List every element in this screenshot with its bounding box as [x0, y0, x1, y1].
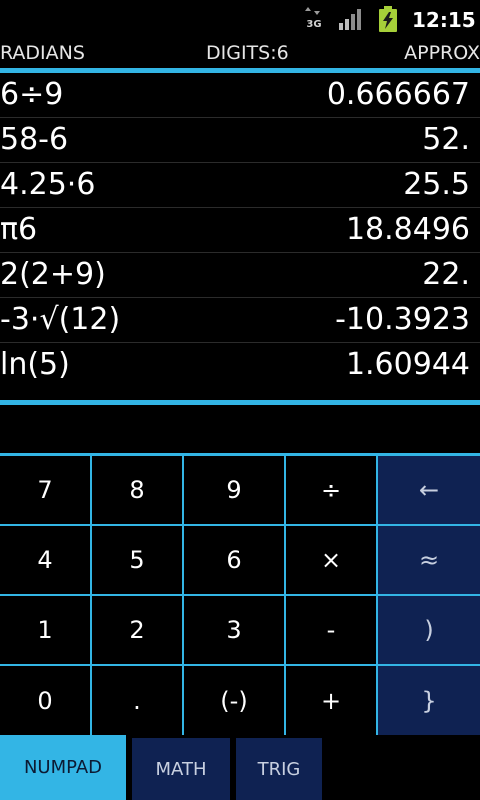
- 3g-data-icon: 3G: [305, 7, 322, 30]
- expression-input[interactable]: [0, 405, 480, 449]
- status-clock: 12:15: [412, 8, 476, 32]
- history-row[interactable]: 4.25·6 25.5: [0, 163, 480, 208]
- history-row[interactable]: 2(2+9) 22.: [0, 253, 480, 298]
- history-expression: ln(5): [0, 347, 70, 382]
- signal-icon: [339, 9, 361, 30]
- key-negate[interactable]: (-): [184, 666, 284, 735]
- numpad-keypad: 7 8 9 ÷ ← 4 5 6 × ≈ 1 2 3 - ) 0 . (-) + …: [0, 453, 480, 735]
- key-0[interactable]: 0: [0, 666, 90, 735]
- key-7[interactable]: 7: [0, 456, 90, 524]
- network-type-label: 3G: [306, 19, 321, 30]
- history-row[interactable]: -3·√(12) -10.3923: [0, 298, 480, 343]
- calculator-screen: 3G 12:15 RADIANS DIGITS:6 APPROX 6÷9 0.6…: [0, 0, 480, 800]
- key-multiply[interactable]: ×: [286, 526, 376, 594]
- history-list: 6÷9 0.666667 58-6 52. 4.25·6 25.5 π6 18.…: [0, 73, 480, 387]
- history-result: 52.: [422, 122, 470, 157]
- history-row[interactable]: 6÷9 0.666667: [0, 73, 480, 118]
- key-6[interactable]: 6: [184, 526, 284, 594]
- key-subtract[interactable]: -: [286, 596, 376, 664]
- key-2[interactable]: 2: [92, 596, 182, 664]
- history-result: -10.3923: [335, 302, 470, 337]
- tab-trig[interactable]: TRIG: [236, 738, 322, 800]
- key-5[interactable]: 5: [92, 526, 182, 594]
- tab-math[interactable]: MATH: [132, 738, 230, 800]
- history-row[interactable]: π6 18.8496: [0, 208, 480, 253]
- approx-mode-label[interactable]: APPROX: [404, 41, 480, 65]
- angle-mode-label[interactable]: RADIANS: [0, 41, 85, 65]
- history-row[interactable]: 58-6 52.: [0, 118, 480, 163]
- battery-charging-icon: [379, 6, 397, 32]
- history-result: 1.60944: [345, 347, 470, 382]
- mode-bar: RADIANS DIGITS:6 APPROX: [0, 38, 480, 68]
- history-result: 18.8496: [345, 212, 470, 247]
- keypad-tabs: NUMPAD MATH TRIG: [0, 735, 480, 800]
- key-divide[interactable]: ÷: [286, 456, 376, 524]
- history-expression: π6: [0, 212, 38, 247]
- history-row[interactable]: ln(5) 1.60944: [0, 343, 480, 387]
- history-result: 0.666667: [326, 77, 470, 112]
- history-result: 25.5: [403, 167, 470, 202]
- key-add[interactable]: +: [286, 666, 376, 735]
- key-close-paren[interactable]: ): [378, 596, 480, 664]
- key-8[interactable]: 8: [92, 456, 182, 524]
- history-expression: 6÷9: [0, 77, 64, 112]
- key-9[interactable]: 9: [184, 456, 284, 524]
- key-approximate[interactable]: ≈: [378, 526, 480, 594]
- key-1[interactable]: 1: [0, 596, 90, 664]
- history-expression: -3·√(12): [0, 302, 121, 337]
- history-result: 22.: [422, 257, 470, 292]
- key-decimal[interactable]: .: [92, 666, 182, 735]
- tab-numpad[interactable]: NUMPAD: [0, 735, 126, 800]
- key-close-brace[interactable]: }: [378, 666, 480, 735]
- history-expression: 58-6: [0, 122, 69, 157]
- digits-setting-label[interactable]: DIGITS:6: [206, 41, 289, 65]
- status-bar: 3G 12:15: [0, 0, 480, 38]
- key-backspace[interactable]: ←: [378, 456, 480, 524]
- key-4[interactable]: 4: [0, 526, 90, 594]
- history-expression: 2(2+9): [0, 257, 106, 292]
- history-expression: 4.25·6: [0, 167, 96, 202]
- key-3[interactable]: 3: [184, 596, 284, 664]
